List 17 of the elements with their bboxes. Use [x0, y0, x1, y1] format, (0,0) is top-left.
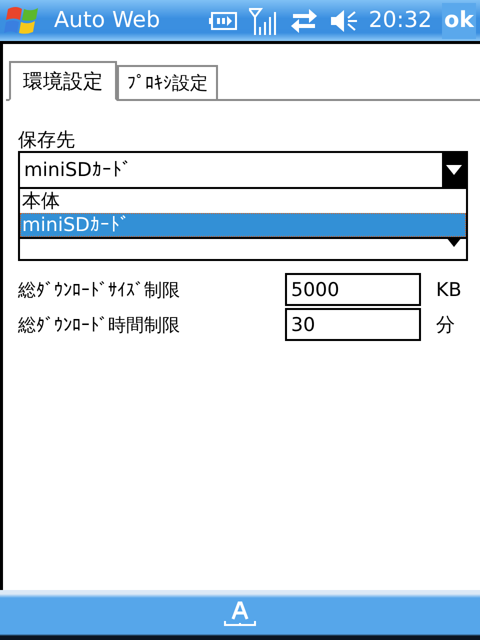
input-field[interactable]: 5000 [285, 273, 421, 306]
tab[interactable]: 環境設定 [9, 61, 117, 101]
tab[interactable]: ﾌﾟﾛｷｼ設定 [117, 65, 218, 99]
signal-icon[interactable] [248, 6, 279, 34]
field-label: 総ﾀﾞｳﾝﾛｰﾄﾞ時間制限 [18, 314, 181, 336]
unit-label: 分 [436, 312, 456, 338]
field-label: 保存先 [18, 129, 76, 151]
field-label: 総ﾀﾞｳﾝﾛｰﾄﾞｻｲｽﾞ制限 [18, 278, 181, 302]
dropdown-arrow-icon [446, 165, 462, 175]
input-field[interactable]: 30 [285, 308, 421, 341]
sync-arrows-icon[interactable] [288, 8, 319, 34]
dropdown-field[interactable]: miniSDｶｰﾄﾞ [18, 151, 468, 189]
keyboard-icon[interactable] [223, 601, 257, 629]
speaker-icon[interactable] [328, 8, 359, 34]
window-title: Auto Web [54, 8, 162, 33]
unit-label: KB [436, 278, 462, 300]
connection-icon[interactable] [208, 10, 239, 32]
